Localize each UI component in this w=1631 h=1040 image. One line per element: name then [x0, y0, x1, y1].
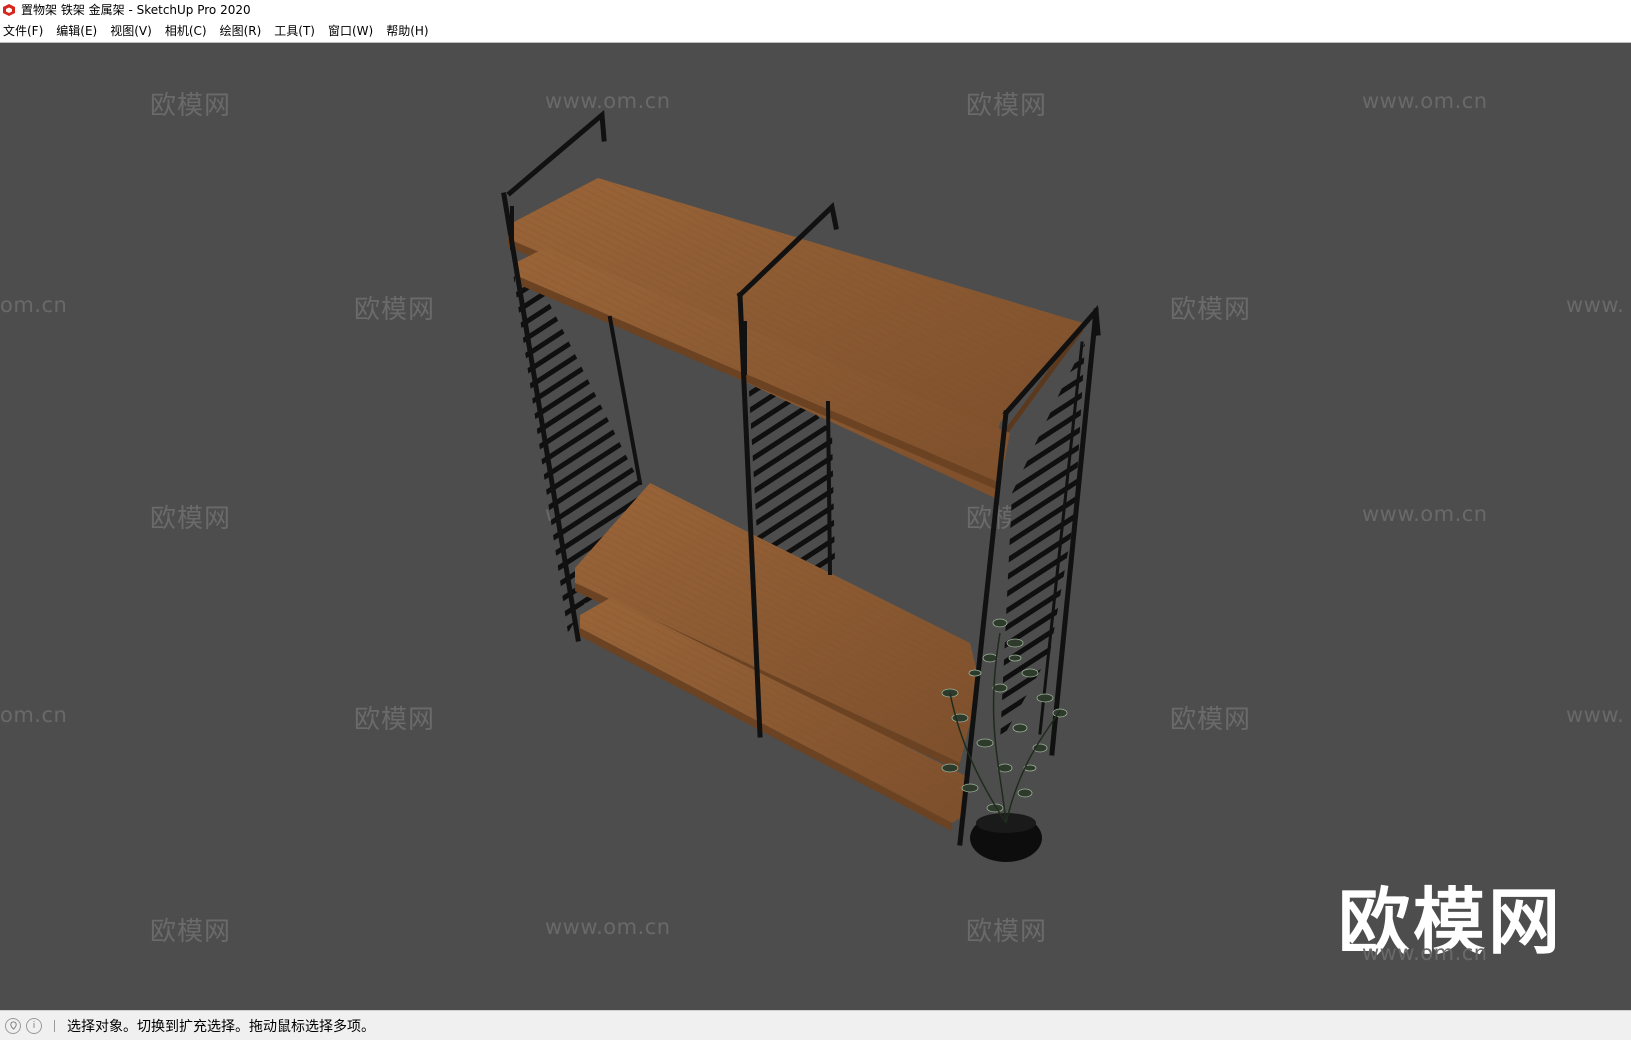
- menu-bar: 文件(F) 编辑(E) 视图(V) 相机(C) 绘图(R) 工具(T) 窗口(W…: [0, 20, 1631, 43]
- sketchup-logo-icon: [2, 3, 16, 17]
- menu-tools[interactable]: 工具(T): [270, 21, 320, 41]
- menu-window[interactable]: 窗口(W): [324, 21, 378, 41]
- status-bar: i 选择对象。切换到扩充选择。拖动鼠标选择多项。: [0, 1010, 1631, 1040]
- modeling-viewport[interactable]: 欧模网 www.om.cn 欧模网 www.om.cn om.cn 欧模网 ww…: [0, 43, 1631, 1010]
- menu-help[interactable]: 帮助(H): [382, 21, 433, 41]
- title-bar: 置物架 铁架 金属架 - SketchUp Pro 2020: [0, 0, 1631, 20]
- menu-file[interactable]: 文件(F): [0, 21, 48, 41]
- geolocation-icon[interactable]: [5, 1017, 21, 1034]
- watermark-brand-large: 欧模网: [1338, 880, 1564, 964]
- status-separator: [54, 1019, 55, 1032]
- window-title: 置物架 铁架 金属架 - SketchUp Pro 2020: [21, 3, 251, 17]
- menu-camera[interactable]: 相机(C): [161, 21, 212, 41]
- info-icon[interactable]: i: [26, 1017, 42, 1034]
- menu-view[interactable]: 视图(V): [106, 21, 157, 41]
- status-message: 选择对象。切换到扩充选择。拖动鼠标选择多项。: [67, 1018, 375, 1035]
- menu-edit[interactable]: 编辑(E): [52, 21, 102, 41]
- menu-draw[interactable]: 绘图(R): [216, 21, 267, 41]
